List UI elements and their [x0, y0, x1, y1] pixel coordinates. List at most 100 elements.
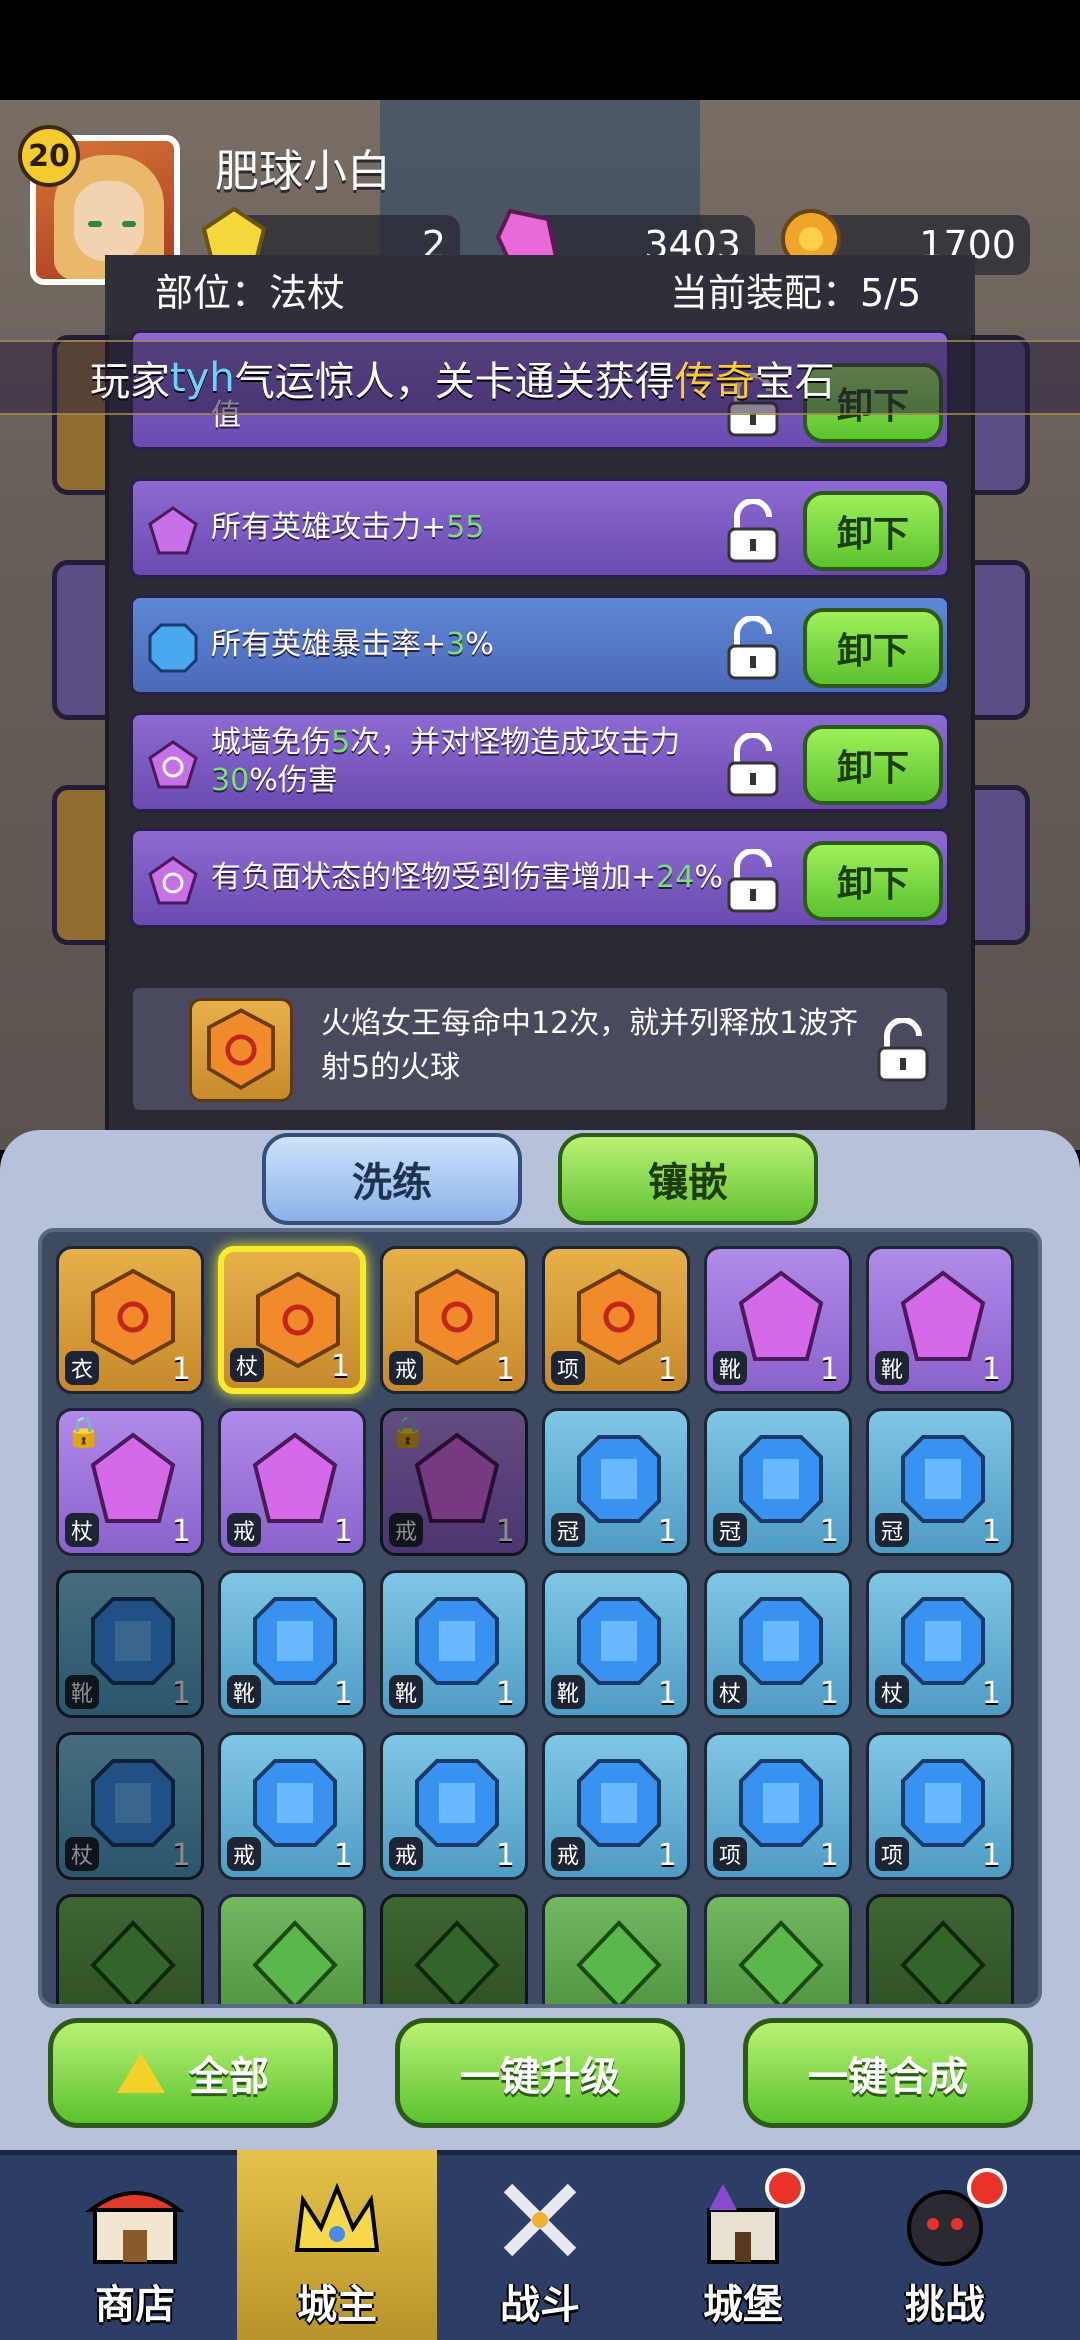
notification-dot	[765, 2168, 805, 2208]
unlock-icon[interactable]	[723, 499, 783, 565]
lock-icon: 🔒	[389, 1415, 427, 1450]
unlock-icon[interactable]	[723, 616, 783, 682]
blue-gem-icon	[577, 1435, 661, 1523]
blue-gem-icon	[739, 1435, 823, 1523]
gold-gem-icon	[256, 1271, 340, 1369]
gem-count: 1	[333, 1838, 353, 1873]
filter-all-button[interactable]: 全部	[48, 2018, 338, 2128]
gem-count: 1	[981, 1514, 1001, 1549]
slot-type-icon: 靴	[389, 1675, 423, 1709]
slot-type-icon: 戒	[227, 1837, 261, 1871]
unlock-icon[interactable]	[873, 1018, 933, 1084]
nav-challenge[interactable]: 挑战	[845, 2150, 1045, 2340]
unload-button[interactable]: 卸下	[803, 491, 943, 571]
refine-button[interactable]: 洗练	[262, 1133, 522, 1225]
blue-gem-icon	[739, 1759, 823, 1847]
inlay-button[interactable]: 镶嵌	[558, 1133, 818, 1225]
gem-slot[interactable]	[380, 1894, 528, 2004]
gem-count: 1	[171, 1838, 191, 1873]
one-click-upgrade-button[interactable]: 一键升级	[395, 2018, 685, 2128]
gem-slot[interactable]: 靴1	[542, 1570, 690, 1718]
gem-slot[interactable]	[56, 1894, 204, 2004]
gem-count: 1	[819, 1838, 839, 1873]
gem-count: 1	[819, 1352, 839, 1387]
slot-type-icon: 靴	[227, 1675, 261, 1709]
gem-slot[interactable]: 戒1	[218, 1408, 366, 1556]
gem-slot[interactable]: 戒 1 🔒	[380, 1408, 528, 1556]
blue-gem-icon	[577, 1597, 661, 1685]
one-click-merge-button[interactable]: 一键合成	[743, 2018, 1033, 2128]
gem-slot[interactable]: 杖1	[218, 1246, 366, 1394]
blue-gem-icon	[739, 1597, 823, 1685]
triangle-icon	[117, 2053, 165, 2093]
nav-lord[interactable]: 城主	[237, 2150, 437, 2340]
blue-gem-icon	[148, 623, 198, 673]
gem-slot[interactable]	[704, 1894, 852, 2004]
gem-slot[interactable]: 项1	[704, 1732, 852, 1880]
player-level-badge: 20	[18, 125, 80, 187]
gem-slot[interactable]: 项1	[542, 1246, 690, 1394]
purple-gem-icon	[252, 1432, 338, 1523]
green-gem-icon	[252, 1920, 338, 2004]
spiral-purple-gem-icon	[148, 856, 198, 905]
purple-gem-icon	[148, 506, 198, 555]
slot-type-icon: 戒	[389, 1513, 423, 1547]
gem-slot[interactable]: 戒1	[380, 1732, 528, 1880]
gem-slot[interactable]: 靴1	[704, 1246, 852, 1394]
broadcast-banner: 玩家 tyh 气运惊人，关卡通关获得 传奇 宝石	[0, 340, 1080, 415]
slot-type-icon: 戒	[389, 1351, 423, 1385]
nav-shop[interactable]: 商店	[35, 2150, 235, 2340]
slot-type-icon: 靴	[713, 1351, 747, 1385]
unload-button[interactable]: 卸下	[803, 725, 943, 805]
slot-type-icon: 杖	[65, 1513, 99, 1547]
unload-button[interactable]: 卸下	[803, 841, 943, 921]
gem-slot[interactable]: 靴1	[56, 1570, 204, 1718]
blue-gem-icon	[415, 1759, 499, 1847]
gem-slot[interactable]: 衣1	[56, 1246, 204, 1394]
gem-count: 1	[171, 1676, 191, 1711]
gem-slot[interactable]: 靴1	[866, 1246, 1014, 1394]
gem-slot[interactable]: 戒1	[218, 1732, 366, 1880]
unlock-icon[interactable]	[723, 849, 783, 915]
gem-slot[interactable]: 杖 1 🔒	[56, 1408, 204, 1556]
gem-slot[interactable]: 冠1	[704, 1408, 852, 1556]
green-gem-icon	[414, 1920, 500, 2004]
gem-slot[interactable]: 戒1	[542, 1732, 690, 1880]
purple-gem-icon	[738, 1270, 824, 1361]
orange-gem-icon	[189, 998, 293, 1102]
gem-count: 1	[333, 1676, 353, 1711]
gem-count: 1	[495, 1514, 515, 1549]
green-gem-icon	[738, 1920, 824, 2004]
gem-count: 1	[981, 1352, 1001, 1387]
gem-count: 1	[819, 1514, 839, 1549]
nav-battle[interactable]: 战斗	[440, 2150, 640, 2340]
gem-count: 1	[495, 1838, 515, 1873]
gem-slot[interactable]	[218, 1894, 366, 2004]
gold-gem-icon	[577, 1268, 661, 1366]
slot-type-icon: 戒	[227, 1513, 261, 1547]
affix-row-2: 所有英雄攻击力+ 55 卸下	[130, 478, 950, 578]
spiral-purple-gem-icon	[148, 740, 198, 789]
green-gem-icon	[900, 1920, 986, 2004]
gem-slot[interactable]: 项1	[866, 1732, 1014, 1880]
unload-button[interactable]: 卸下	[803, 608, 943, 688]
gem-slot[interactable]: 冠1	[542, 1408, 690, 1556]
gem-slot[interactable]	[866, 1894, 1014, 2004]
gem-slot[interactable]: 戒1	[380, 1246, 528, 1394]
blue-gem-icon	[577, 1759, 661, 1847]
gem-slot[interactable]: 冠1	[866, 1408, 1014, 1556]
gem-slot[interactable]: 杖1	[704, 1570, 852, 1718]
gem-slot[interactable]: 杖1	[56, 1732, 204, 1880]
affix-text: 所有英雄暴击率+ 3%	[211, 627, 494, 662]
gem-slot[interactable]: 靴1	[218, 1570, 366, 1718]
unlock-icon[interactable]	[723, 733, 783, 799]
gem-slot[interactable]: 杖1	[866, 1570, 1014, 1718]
gem-slot[interactable]: 靴1	[380, 1570, 528, 1718]
nav-castle[interactable]: 城堡	[643, 2150, 843, 2340]
affix-text: 有负面状态的怪物受到伤害增加+ 24%	[211, 860, 723, 895]
gold-gem-icon	[91, 1268, 175, 1366]
gem-inventory-grid[interactable]: 衣 1 杖 1 戒 1 项 1 靴 1 靴 1 杖 1 🔒 戒 1 戒 1 🔒 冠 1 冠 1 冠 1 靴 1 靴 1 靴 1 靴 1 杖 1 杖 1 杖 1…	[38, 1228, 1042, 2008]
gem-count: 1	[330, 1349, 350, 1384]
gem-slot[interactable]	[542, 1894, 690, 2004]
slot-type-icon: 靴	[875, 1351, 909, 1385]
